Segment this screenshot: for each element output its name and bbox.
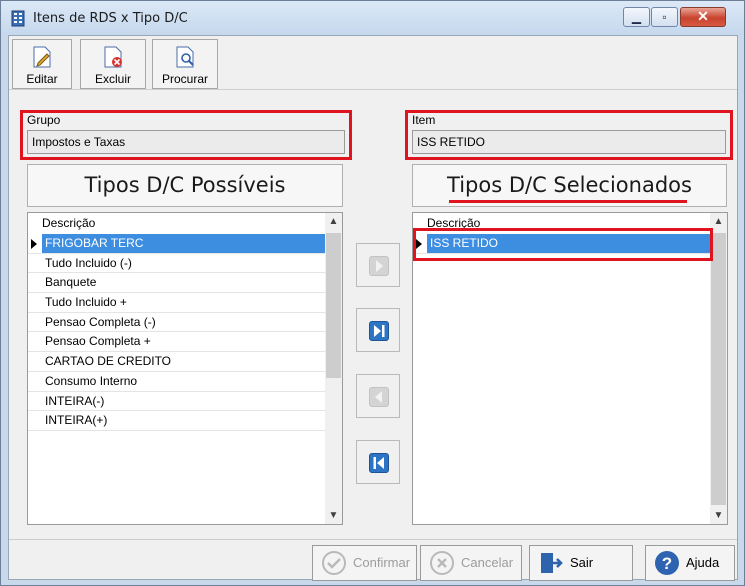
list-item[interactable]: Tudo Incluido (-) <box>28 254 325 274</box>
grupo-label: Grupo <box>27 113 61 127</box>
move-all-left-button[interactable] <box>356 440 400 484</box>
check-icon <box>322 551 346 575</box>
grupo-field[interactable]: Impostos e Taxas <box>27 130 345 154</box>
left-grid-rows: FRIGOBAR TERC Tudo Incluido (-) Banquete… <box>28 234 325 431</box>
editar-label: Editar <box>26 72 58 86</box>
window-title: Itens de RDS x Tipo D/C <box>33 11 188 26</box>
row-pointer-icon <box>31 239 37 249</box>
excluir-label: Excluir <box>94 72 131 86</box>
list-item[interactable]: Pensao Completa + <box>28 332 325 353</box>
ajuda-button[interactable]: ? Ajuda <box>645 545 735 581</box>
confirmar-button[interactable]: Confirmar <box>312 545 417 581</box>
procurar-button[interactable]: Procurar <box>152 39 218 89</box>
scroll-thumb[interactable] <box>711 233 726 505</box>
editar-button[interactable]: Editar <box>12 39 72 89</box>
maximize-button[interactable]: ▫ <box>651 7 678 27</box>
exit-door-icon <box>541 553 563 573</box>
cancelar-button[interactable]: Cancelar <box>420 545 522 581</box>
left-scrollbar[interactable]: ▲ ▼ <box>325 213 342 524</box>
left-column-header[interactable]: Descrição <box>42 216 95 230</box>
move-left-button[interactable] <box>356 374 400 418</box>
item-label: Item <box>412 113 436 127</box>
arrow-left-icon <box>375 391 382 403</box>
arrow-left-end-icon <box>373 457 384 469</box>
scroll-up-icon[interactable]: ▲ <box>325 213 342 230</box>
minimize-icon: ▁ <box>631 10 642 24</box>
scroll-down-icon[interactable]: ▼ <box>325 507 342 524</box>
sair-label: Sair <box>570 555 594 570</box>
left-list-title: Tipos D/C Possíveis <box>27 164 343 207</box>
list-item[interactable]: FRIGOBAR TERC <box>28 234 325 254</box>
toolbar: Editar Excluir Procurar <box>9 36 737 90</box>
list-item[interactable]: Tudo Incluido + <box>28 293 325 313</box>
search-icon <box>176 46 194 68</box>
building-icon <box>11 10 25 27</box>
ajuda-label: Ajuda <box>686 555 720 570</box>
procurar-label: Procurar <box>161 72 208 86</box>
delete-icon <box>104 46 122 68</box>
svg-text:?: ? <box>662 554 672 573</box>
excluir-button[interactable]: Excluir <box>80 39 146 89</box>
scroll-down-icon[interactable]: ▼ <box>710 507 727 524</box>
list-item[interactable]: Consumo Interno <box>28 372 325 392</box>
left-grid[interactable]: Descrição FRIGOBAR TERC Tudo Incluido (-… <box>27 212 343 525</box>
list-item[interactable]: CARTAO DE CREDITO <box>28 352 325 372</box>
edit-icon <box>33 46 51 68</box>
move-right-button[interactable] <box>356 243 400 287</box>
maximize-icon: ▫ <box>662 10 667 24</box>
item-field[interactable]: ISS RETIDO <box>412 130 726 154</box>
selected-row-highlight <box>413 228 713 261</box>
bottom-bar: Confirmar Cancelar Sair ? Ajuda <box>9 539 737 581</box>
confirmar-label: Confirmar <box>353 555 411 570</box>
close-icon: ✕ <box>697 8 709 24</box>
title-bar[interactable]: Itens de RDS x Tipo D/C ▁ ▫ ✕ <box>1 1 744 35</box>
list-item[interactable]: Banquete <box>28 273 325 294</box>
list-item[interactable]: INTEIRA(-) <box>28 392 325 412</box>
cancelar-label: Cancelar <box>461 555 514 570</box>
right-title-underline <box>449 200 687 203</box>
sair-button[interactable]: Sair <box>529 545 633 581</box>
list-item[interactable]: Pensao Completa (-) <box>28 313 325 333</box>
list-item[interactable]: INTEIRA(+) <box>28 411 325 431</box>
scroll-thumb[interactable] <box>326 233 341 378</box>
cancel-icon <box>430 551 454 575</box>
arrow-right-end-icon <box>374 325 385 337</box>
main-window: Itens de RDS x Tipo D/C ▁ ▫ ✕ Editar Exc… <box>0 0 745 586</box>
arrow-right-icon <box>376 260 383 272</box>
help-icon: ? <box>655 551 679 575</box>
move-all-right-button[interactable] <box>356 308 400 352</box>
client-area: Editar Excluir Procurar Grupo Impostos e… <box>8 35 738 581</box>
close-button[interactable]: ✕ <box>680 7 726 27</box>
minimize-button[interactable]: ▁ <box>623 7 650 27</box>
